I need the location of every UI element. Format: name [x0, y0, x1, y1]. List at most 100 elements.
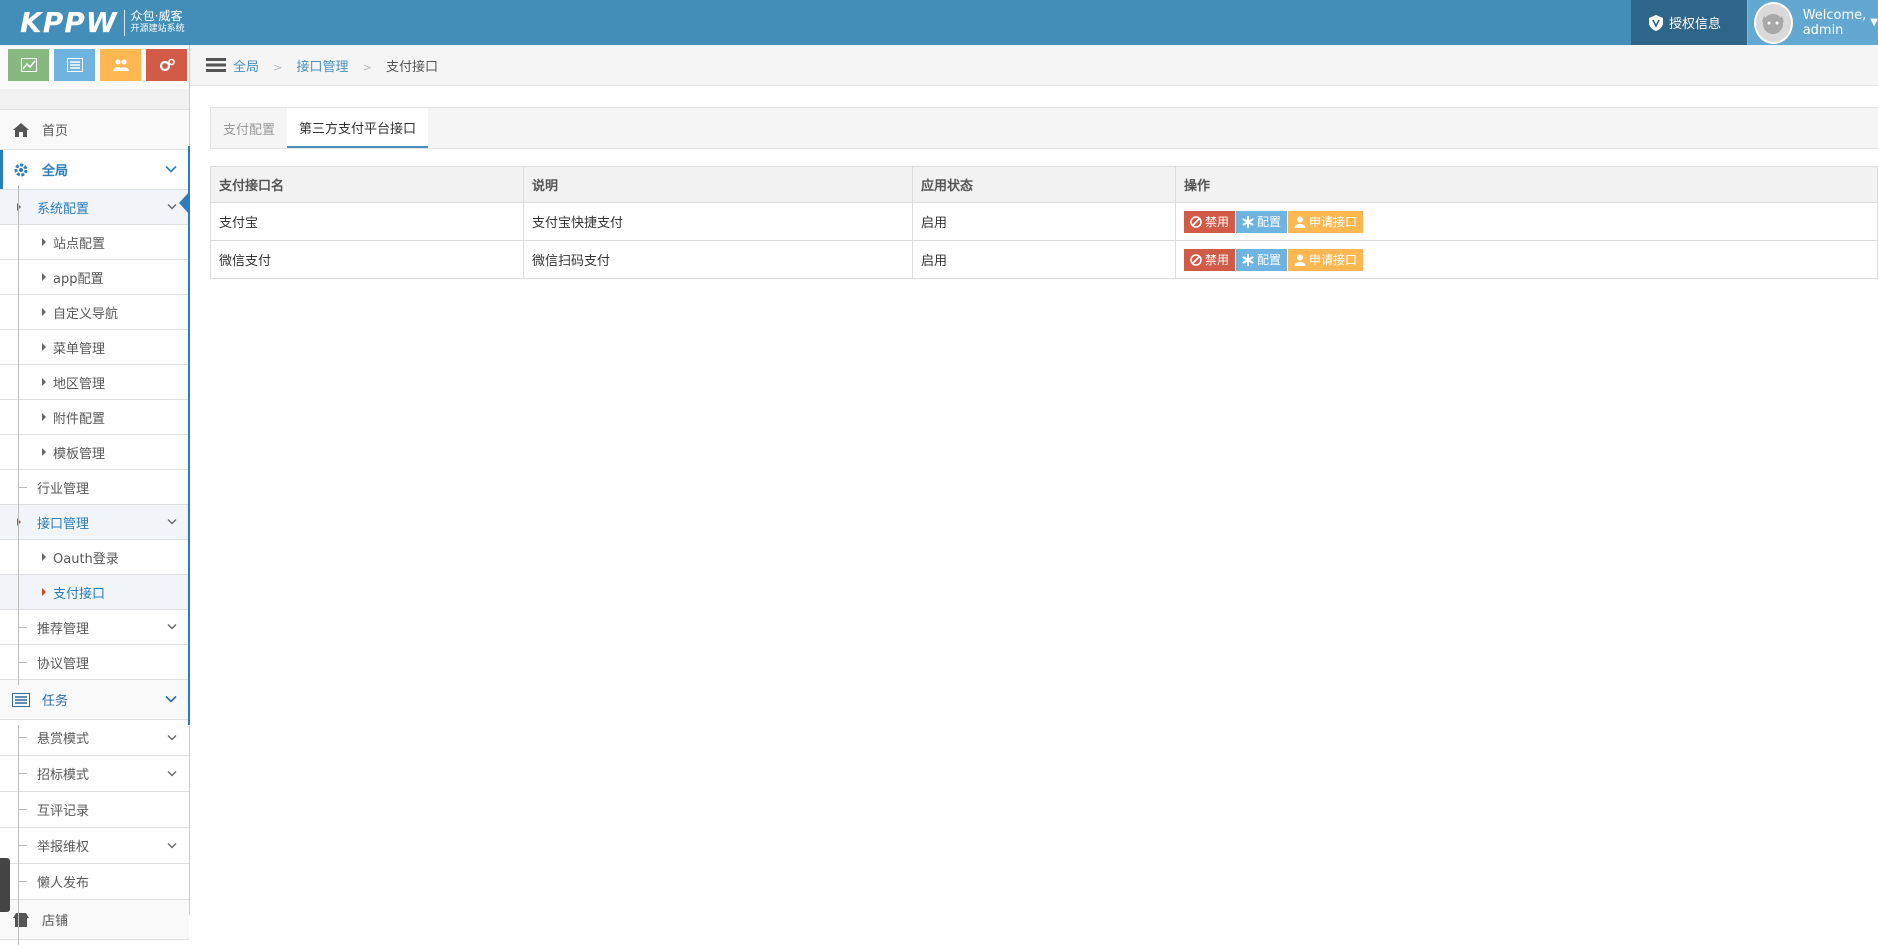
brand-logo[interactable]: KPPW 众包·威客 开源建站系统 [20, 4, 185, 42]
sidebar-item-home[interactable]: 首页 [0, 110, 189, 150]
sidebar-item-system-config[interactable]: 系统配置 [0, 190, 189, 225]
sidebar-label-interface: 接口管理 [37, 516, 90, 532]
chevron-down-icon [167, 620, 177, 635]
sidebar: 首页 全局 系统配置 站点配置 app配置 自定义导航 菜单管理 地区管理 附件… [0, 45, 190, 945]
sidebar-item-region-manage[interactable]: 地区管理 [0, 365, 189, 400]
sidebar-item-custom-nav[interactable]: 自定义导航 [0, 295, 189, 330]
chevron-down-icon [167, 766, 177, 781]
table-row: 微信支付 微信扫码支付 启用 禁用 配置 申请接口 [210, 240, 1878, 279]
chevron-down-icon [165, 692, 177, 707]
tab-payment-config[interactable]: 支付配置 [211, 108, 287, 148]
sidebar-item-task[interactable]: 任务 [0, 680, 189, 720]
disable-label: 禁用 [1205, 215, 1230, 229]
table-row: 支付宝 支付宝快捷支付 启用 禁用 配置 申请接口 [210, 202, 1878, 241]
sidebar-label: 附件配置 [53, 411, 106, 427]
apply-label: 申请接口 [1309, 215, 1358, 229]
tab-bar: 支付配置 第三方支付平台接口 [210, 107, 1878, 149]
sidebar-item-template-manage[interactable]: 模板管理 [0, 435, 189, 470]
chevron-down-icon [167, 730, 177, 745]
chevron-down-icon [167, 838, 177, 853]
column-header-name: 支付接口名 [210, 166, 524, 203]
active-pointer [179, 191, 190, 215]
top-navbar: KPPW 众包·威客 开源建站系统 授权信息 Welcome, admin ▼ [0, 0, 1878, 45]
breadcrumb-interface[interactable]: 接口管理 [297, 60, 349, 75]
sidebar-label-task: 任务 [42, 694, 69, 709]
sidebar-item-lazy-publish[interactable]: 懒人发布 [0, 864, 189, 900]
breadcrumb-current: 支付接口 [386, 59, 439, 75]
sidebar-item-attachment-config[interactable]: 附件配置 [0, 400, 189, 435]
caret-right-icon [42, 588, 46, 596]
gear-icon [12, 162, 30, 178]
brand-line1: 众包·威客 [130, 9, 183, 23]
disable-button[interactable]: 禁用 [1184, 210, 1236, 233]
payment-interface-table: 支付接口名 说明 应用状态 操作 支付宝 支付宝快捷支付 启用 禁用 配置 申请接口… [210, 166, 1878, 279]
config-button[interactable]: 配置 [1236, 248, 1288, 271]
cogs-icon [159, 58, 175, 72]
sidebar-item-app-config[interactable]: app配置 [0, 260, 189, 295]
sidebar-item-review-records[interactable]: 互评记录 [0, 792, 189, 828]
sidebar-label: 自定义导航 [53, 306, 119, 322]
chevron-down-icon [167, 515, 177, 530]
username: admin [1802, 22, 1844, 38]
caret-right-icon [42, 413, 46, 421]
sidebar-item-payment[interactable]: 支付接口 [0, 575, 189, 610]
license-info-button[interactable]: 授权信息 [1630, 0, 1747, 45]
config-button[interactable]: 配置 [1236, 210, 1288, 233]
breadcrumb: 全局 > 接口管理 > 支付接口 [190, 45, 1878, 86]
sidebar-menu: 首页 全局 系统配置 站点配置 app配置 自定义导航 菜单管理 地区管理 附件… [0, 110, 189, 940]
cell-desc: 微信扫码支付 [523, 240, 913, 279]
sidebar-item-oauth[interactable]: Oauth登录 [0, 540, 189, 575]
sidebar-item-reward-mode[interactable]: 悬赏模式 [0, 720, 189, 756]
caret-right-icon [42, 343, 46, 351]
chart-icon [20, 58, 37, 72]
sidebar-item-industry[interactable]: 行业管理 [0, 470, 189, 505]
sidebar-item-site-config[interactable]: 站点配置 [0, 225, 189, 260]
welcome-text: Welcome, admin [1803, 8, 1867, 38]
sidebar-label-recommend: 推荐管理 [37, 621, 90, 637]
sidebar-item-menu-manage[interactable]: 菜单管理 [0, 330, 189, 365]
shortcut-settings-button[interactable] [146, 49, 187, 81]
sidebar-label: 模板管理 [53, 446, 106, 462]
brand-line2: 开源建站系统 [130, 24, 185, 34]
sidebar-item-recommend[interactable]: 推荐管理 [0, 610, 189, 645]
disable-label: 禁用 [1205, 253, 1230, 267]
sidebar-item-agreement[interactable]: 协议管理 [0, 645, 189, 680]
sidebar-label: 举报维权 [37, 840, 90, 855]
sidebar-item-shop[interactable]: 店铺 [0, 900, 189, 940]
shortcut-chart-button[interactable] [8, 49, 49, 81]
apply-interface-button[interactable]: 申请接口 [1288, 210, 1364, 233]
license-label: 授权信息 [1668, 17, 1721, 32]
sidebar-item-global[interactable]: 全局 [0, 150, 189, 190]
sidebar-label: 悬赏模式 [37, 732, 90, 747]
breadcrumb-global[interactable]: 全局 [233, 60, 259, 75]
sidebar-label-global: 全局 [42, 164, 69, 179]
cell-actions: 禁用 配置 申请接口 [1175, 202, 1878, 241]
list-icon [66, 58, 83, 72]
tab-third-party-payment[interactable]: 第三方支付平台接口 [287, 108, 429, 148]
sidebar-label: 菜单管理 [53, 341, 106, 357]
main-content: 全局 > 接口管理 > 支付接口 支付配置 第三方支付平台接口 支付接口名 说明… [190, 45, 1878, 915]
disable-button[interactable]: 禁用 [1184, 248, 1236, 271]
sidebar-shortcuts [0, 45, 189, 89]
shortcut-list-button[interactable] [54, 49, 95, 81]
caret-down-icon: ▼ [1870, 17, 1878, 28]
sidebar-item-interface[interactable]: 接口管理 [0, 505, 189, 540]
shortcut-users-button[interactable] [100, 49, 141, 81]
cell-name: 微信支付 [210, 240, 524, 279]
sidebar-label: Oauth登录 [53, 551, 119, 567]
asterisk-icon [1242, 253, 1254, 266]
navbar-right: 授权信息 Welcome, admin ▼ [1630, 0, 1878, 45]
sidebar-label-agreement: 协议管理 [37, 656, 90, 672]
user-menu[interactable]: Welcome, admin ▼ [1747, 0, 1878, 45]
sidebar-item-report[interactable]: 举报维权 [0, 828, 189, 864]
user-icon [1294, 254, 1306, 266]
caret-right-icon [42, 273, 46, 281]
side-widget-handle[interactable] [0, 858, 10, 912]
sidebar-label: 招标模式 [37, 768, 90, 783]
sidebar-label-home: 首页 [42, 124, 69, 139]
column-header-status: 应用状态 [912, 166, 1176, 203]
sidebar-item-bid-mode[interactable]: 招标模式 [0, 756, 189, 792]
users-icon [112, 59, 129, 71]
ban-icon [1190, 253, 1202, 266]
apply-interface-button[interactable]: 申请接口 [1288, 248, 1364, 271]
